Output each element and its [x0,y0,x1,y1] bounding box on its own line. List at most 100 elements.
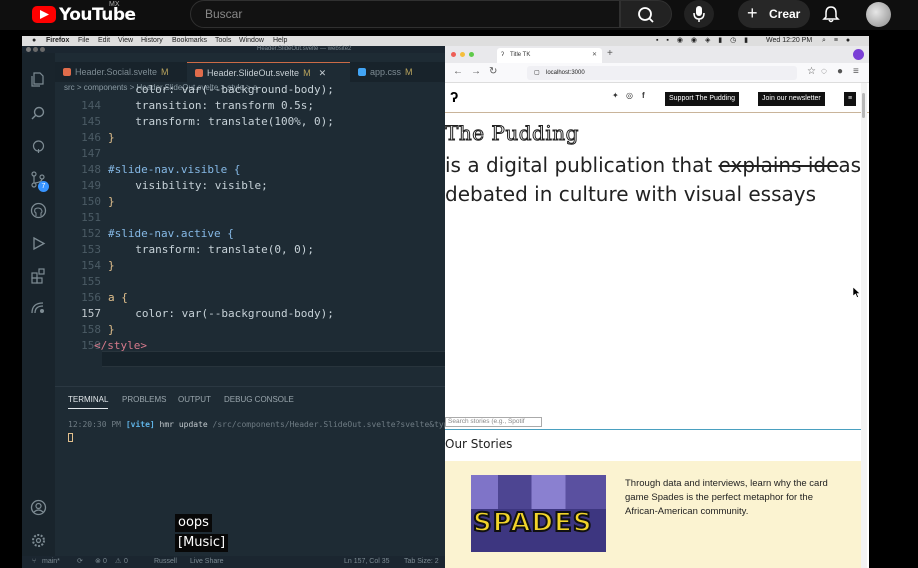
settings-gear-icon[interactable] [30,532,47,549]
reload-icon[interactable]: ↻ [489,66,497,77]
debug-icon[interactable] [30,138,47,155]
spades-story-image[interactable]: SPADES [471,475,606,552]
list-all-tabs-icon[interactable] [853,49,864,60]
modified-indicator: M [303,68,311,78]
tab-output[interactable]: OUTPUT [178,395,211,404]
newsletter-button[interactable]: Join our newsletter [758,92,825,106]
github-icon[interactable] [30,202,47,219]
menu-file[interactable]: File [78,36,89,46]
forward-icon[interactable]: → [471,66,481,77]
zoom-window-icon[interactable] [40,47,45,52]
menu-help[interactable]: Help [273,36,287,46]
story-card[interactable]: SPADES Through data and interviews, lear… [445,461,861,568]
error-count[interactable]: 0 [103,556,107,568]
error-icon: ⊗ [95,558,101,565]
zoom-window-icon[interactable] [469,52,474,57]
minimize-window-icon[interactable] [33,47,38,52]
pudding-logo-icon[interactable]: ʔ [450,89,458,106]
menu-view[interactable]: View [118,36,133,46]
branch-icon[interactable]: ⑂ [32,556,36,568]
twitter-icon[interactable]: ✦ [612,91,619,100]
new-tab-icon[interactable]: + [607,48,613,59]
extensions-icon[interactable] [30,267,47,284]
tab-app-css[interactable]: app.css M [350,62,445,82]
minimize-window-icon[interactable] [460,52,465,57]
stories-heading: Our Stories [445,437,513,451]
sync-icon[interactable]: ⟳ [77,556,83,568]
story-search-input[interactable]: Search stories (e.g., Spotif [445,417,542,427]
remote-explorer-icon[interactable] [30,299,47,316]
notifications-bell-icon[interactable] [820,3,842,25]
support-button[interactable]: Support The Pudding [665,92,740,106]
close-window-icon[interactable] [451,52,456,57]
tab-debug-console[interactable]: DEBUG CONSOLE [224,395,294,404]
voice-search-button[interactable] [684,0,714,28]
back-icon[interactable]: ← [453,66,463,77]
menu-tools[interactable]: Tools [215,36,231,46]
branch-name[interactable]: main* [42,556,60,568]
tab-size[interactable]: Tab Size: 2 [404,556,439,568]
menu-icon[interactable]: ≡ [853,66,859,77]
extension-icon[interactable]: ● [837,66,843,77]
browser-tab[interactable]: ʔ Title TK ✕ [497,48,602,63]
code-line: } [108,131,115,144]
code-line: a { [108,291,128,304]
scrollbar-thumb[interactable] [862,93,865,118]
url-bar[interactable]: ▢ localhost:3000 [527,66,797,80]
cursor-position[interactable]: Ln 157, Col 35 [344,556,390,568]
live-share-label[interactable]: Live Share [190,556,223,568]
explorer-icon[interactable] [30,71,47,88]
code-line: } [108,259,115,272]
spotlight-icon[interactable]: ⌕ ≡ ● [822,36,853,46]
menu-history[interactable]: History [141,36,163,46]
tab-header-slideout[interactable]: Header.SlideOut.svelte M ✕ [187,62,350,82]
search-button[interactable] [620,0,672,28]
instagram-icon[interactable]: ◎ [626,91,633,100]
url-text: localhost:3000 [546,70,585,76]
browser-navbar: ← → ↻ ▢ localhost:3000 ☆ ◌ ● ≡ [445,63,869,83]
account-avatar[interactable] [866,2,891,27]
run-debug-icon[interactable] [30,235,47,252]
clock: Wed 12:20 PM [766,37,813,44]
browser-tab-bar: ʔ Title TK ✕ + [445,46,869,63]
tab-terminal[interactable]: TERMINAL [68,395,109,409]
code-line: #slide-nav.visible { [108,163,241,176]
pocket-icon[interactable]: ◌ [821,66,827,77]
menu-firefox[interactable]: Firefox [46,36,69,46]
page-scrollbar[interactable] [861,83,867,568]
menu-window[interactable]: Window [239,36,264,46]
tab-header-social[interactable]: Header.Social.svelte M [55,62,187,82]
line-number: 154 [81,259,101,272]
hero-strike-text: explains ide [718,153,839,177]
menu-edit[interactable]: Edit [98,36,110,46]
close-tab-icon[interactable]: ✕ [319,68,327,78]
source-control-item[interactable]: 7 [22,168,55,193]
warning-count[interactable]: 0 [124,556,128,568]
facebook-icon[interactable]: f [642,91,645,100]
close-window-icon[interactable] [26,47,31,52]
youtube-logo-icon[interactable] [32,6,56,23]
terminal-output[interactable]: 12:20:30 PM [vite] hmr update /src/compo… [68,420,453,429]
apple-icon[interactable]: ● [32,36,36,46]
bookmark-star-icon[interactable]: ☆ [807,66,816,77]
warning-icon: ⚠ [115,558,122,565]
tab-label: Header.Social.svelte [75,67,158,77]
search-icon[interactable] [30,105,47,122]
code-editor[interactable]: 144 145 146 147 148 149 150 151 152 153 … [55,83,445,367]
code-line: transition: transform 0.5s; [122,99,315,112]
code-line: visibility: visible; [122,179,268,192]
menu-bookmarks[interactable]: Bookmarks [172,36,207,46]
youtube-header: YouTube MX Buscar + Crear [0,0,918,30]
search-input[interactable]: Buscar [190,0,620,28]
account-icon[interactable] [30,499,47,516]
line-number: 145 [81,115,101,128]
tab-label: Header.SlideOut.svelte [207,68,300,78]
plus-icon: + [747,3,758,23]
hamburger-menu-icon[interactable]: ≡ [844,92,856,106]
close-tab-icon[interactable]: ✕ [592,48,597,63]
tab-problems[interactable]: PROBLEMS [122,395,166,404]
user-name[interactable]: Russell [154,556,177,568]
create-button[interactable]: + Crear [738,0,810,28]
youtube-wordmark[interactable]: YouTube [59,5,136,25]
video-player[interactable]: ● Firefox File Edit View History Bookmar… [22,36,869,568]
